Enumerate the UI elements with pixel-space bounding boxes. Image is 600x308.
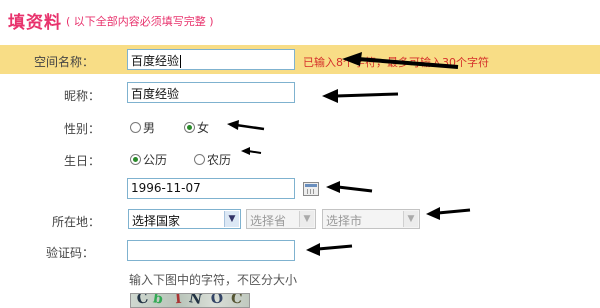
province-select[interactable]: 选择省 ▼ bbox=[246, 209, 316, 229]
captcha-image: C b I N O C bbox=[130, 293, 250, 308]
annotation-arrow-icon bbox=[342, 52, 459, 69]
calendar-lunar-label: 农历 bbox=[207, 153, 232, 167]
dropdown-arrow-icon[interactable]: ▼ bbox=[403, 211, 418, 227]
space-name-label: 空间名称： bbox=[34, 55, 95, 69]
annotation-arrow-icon bbox=[326, 181, 373, 193]
annotation-arrow-icon bbox=[306, 243, 353, 256]
city-select[interactable]: 选择市 ▼ bbox=[322, 209, 420, 229]
gender-female-option[interactable]: 女 bbox=[184, 119, 209, 136]
country-select[interactable]: 选择国家 ▼ bbox=[128, 209, 241, 229]
calendar-solar-radio-icon[interactable] bbox=[130, 154, 141, 165]
dropdown-arrow-icon[interactable]: ▼ bbox=[299, 211, 314, 227]
birthday-label: 生日： bbox=[63, 154, 100, 168]
calendar-lunar-radio-icon[interactable] bbox=[194, 154, 205, 165]
gender-female-label: 女 bbox=[197, 121, 210, 135]
gender-male-label: 男 bbox=[143, 121, 156, 135]
country-select-value: 选择国家 bbox=[132, 214, 181, 228]
annotation-arrow-icon bbox=[426, 207, 471, 220]
captcha-label: 验证码： bbox=[45, 246, 94, 260]
annotation-arrow-icon bbox=[227, 120, 265, 131]
location-label: 所在地： bbox=[51, 215, 100, 229]
captcha-input[interactable] bbox=[127, 240, 295, 261]
calendar-icon[interactable] bbox=[303, 182, 319, 196]
captcha-hint: 输入下图中的字符，不区分大小 bbox=[129, 273, 298, 287]
space-name-input[interactable]: 百度经验 bbox=[127, 49, 295, 70]
annotation-arrow-icon bbox=[322, 89, 399, 103]
space-name-value: 百度经验 bbox=[131, 54, 180, 68]
gender-male-radio-icon[interactable] bbox=[130, 122, 141, 133]
calendar-solar-option[interactable]: 公历 bbox=[130, 151, 167, 168]
province-select-value: 选择省 bbox=[250, 214, 287, 228]
nickname-label: 昵称： bbox=[63, 89, 100, 103]
required-note: ( 以下全部内容必须填写完整 ) bbox=[66, 15, 214, 28]
nickname-input[interactable]: 百度经验 bbox=[127, 82, 295, 103]
gender-female-radio-icon[interactable] bbox=[184, 122, 195, 133]
text-cursor bbox=[180, 55, 182, 68]
gender-label: 性别： bbox=[63, 122, 100, 136]
gender-male-option[interactable]: 男 bbox=[130, 119, 155, 136]
page-title: 填资料 bbox=[8, 13, 62, 33]
nickname-value: 百度经验 bbox=[131, 87, 180, 101]
annotation-arrow-icon bbox=[241, 147, 262, 155]
calendar-lunar-option[interactable]: 农历 bbox=[194, 151, 231, 168]
city-select-value: 选择市 bbox=[326, 214, 363, 228]
calendar-solar-label: 公历 bbox=[143, 153, 168, 167]
birthday-date-input[interactable]: 1996-11-07 bbox=[127, 178, 295, 199]
dropdown-arrow-icon[interactable]: ▼ bbox=[224, 211, 239, 227]
birthday-date-value: 1996-11-07 bbox=[131, 181, 201, 195]
